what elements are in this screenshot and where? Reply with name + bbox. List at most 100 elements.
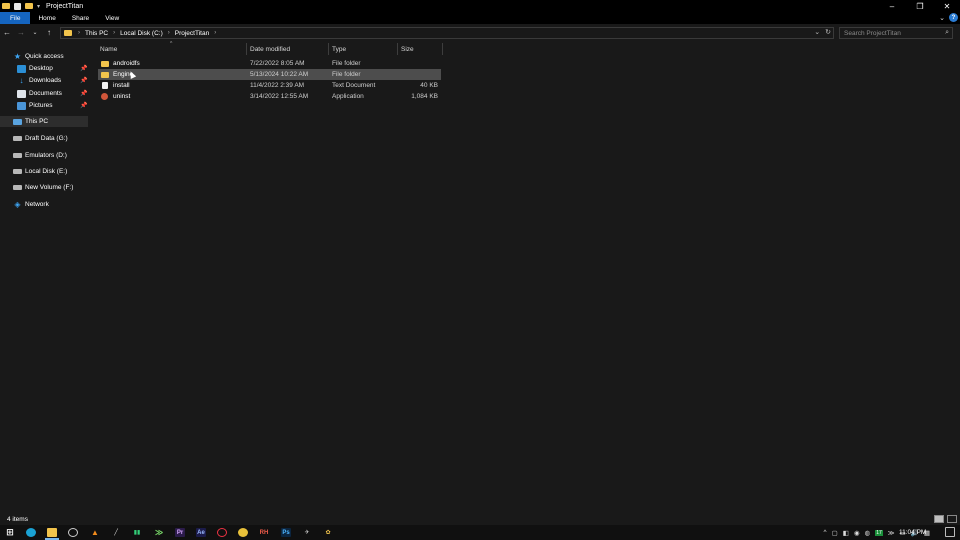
sidebar-item-label: Documents xyxy=(29,90,62,97)
breadcrumb-projecttitan[interactable]: ProjectTitan xyxy=(175,30,209,37)
sidebar-item-drive-e[interactable]: Local Disk (E:) xyxy=(13,166,67,177)
forward-button[interactable]: → xyxy=(14,28,28,37)
sidebar-item-label: Desktop xyxy=(29,65,53,72)
tray-app-icon[interactable]: ▢ xyxy=(832,529,838,537)
column-header-size[interactable]: Size xyxy=(401,44,414,54)
file-type: File folder xyxy=(332,60,361,67)
breadcrumb-separator[interactable]: › xyxy=(113,30,115,36)
column-header-name[interactable]: Name xyxy=(100,44,117,54)
premiere-pro-icon[interactable]: Pr xyxy=(175,528,185,537)
tool-icon[interactable]: ╱ xyxy=(111,528,121,537)
sidebar-item-downloads[interactable]: ↓ Downloads xyxy=(17,75,62,86)
windows-start-icon[interactable]: ⊞ xyxy=(5,527,15,537)
breadcrumb-this-pc[interactable]: This PC xyxy=(85,30,108,37)
sidebar-item-drive-g[interactable]: Draft Data (G:) xyxy=(13,133,68,144)
green-app-icon[interactable]: ▮▮ xyxy=(132,528,142,537)
tab-share[interactable]: Share xyxy=(64,12,97,24)
sidebar-item-this-pc[interactable]: This PC xyxy=(0,116,88,127)
sidebar-item-desktop[interactable]: Desktop xyxy=(17,63,53,74)
pin-icon[interactable]: 📌 xyxy=(80,90,87,97)
address-bar[interactable]: › This PC › Local Disk (C:) › ProjectTit… xyxy=(60,27,834,39)
file-row-engine[interactable]: Engine 5/13/2024 10:22 AM File folder xyxy=(98,69,441,80)
refresh-icon[interactable]: ↻ xyxy=(825,28,831,36)
pin-icon[interactable]: 📌 xyxy=(80,77,87,84)
file-row-androidfs[interactable]: androidfs 7/22/2022 8:05 AM File folder xyxy=(98,58,441,69)
x-app-icon[interactable]: ✈ xyxy=(302,528,312,537)
navigation-pane: ★ Quick access Desktop 📌 ↓ Downloads 📌 D… xyxy=(0,41,90,513)
rh-app-icon[interactable]: RH xyxy=(259,528,269,537)
sidebar-item-label: Quick access xyxy=(25,53,64,60)
sidebar-item-documents[interactable]: Documents xyxy=(17,88,62,99)
column-divider[interactable] xyxy=(397,43,398,55)
nvidia-tray-icon[interactable]: ≫ xyxy=(888,529,895,537)
fan-app-icon[interactable]: ✿ xyxy=(323,528,333,537)
nvidia-icon[interactable]: ≫ xyxy=(154,528,164,537)
tab-home[interactable]: Home xyxy=(30,12,63,24)
details-view-button[interactable] xyxy=(934,515,944,523)
folder-icon[interactable] xyxy=(2,3,10,9)
pin-icon[interactable]: 📌 xyxy=(80,65,87,72)
sidebar-item-network[interactable]: ◈ Network xyxy=(13,199,48,210)
folder-icon xyxy=(101,71,109,78)
breadcrumb-separator[interactable]: › xyxy=(168,30,170,36)
breadcrumb-separator[interactable]: › xyxy=(214,30,216,36)
column-divider[interactable] xyxy=(442,43,443,55)
tray-app-icon[interactable]: ◍ xyxy=(865,529,871,537)
status-bar: 4 items xyxy=(0,513,960,525)
tab-view[interactable]: View xyxy=(97,12,127,24)
after-effects-icon[interactable]: Ae xyxy=(196,528,206,537)
close-button[interactable]: ✕ xyxy=(934,0,960,12)
clock[interactable]: 11:04 PM xyxy=(899,526,926,538)
drive-icon xyxy=(13,153,22,158)
file-explorer-icon[interactable] xyxy=(47,528,57,537)
file-row-uninst[interactable]: uninst 3/14/2022 12:55 AM Application 1,… xyxy=(98,91,441,102)
drive-icon xyxy=(13,185,22,190)
large-icons-view-button[interactable] xyxy=(947,515,957,523)
chrome-icon[interactable] xyxy=(238,528,248,537)
steam-icon[interactable] xyxy=(68,528,78,537)
search-icon[interactable]: ⌕ xyxy=(945,29,949,37)
recent-locations-button[interactable]: ⌄ xyxy=(28,29,42,36)
column-header-type[interactable]: Type xyxy=(332,44,346,54)
drive-icon xyxy=(13,136,22,141)
sidebar-item-label: Pictures xyxy=(29,102,53,109)
network-icon: ◈ xyxy=(14,200,21,209)
tray-badge[interactable]: 17 xyxy=(875,529,883,536)
search-input[interactable]: Search ProjectTitan ⌕ xyxy=(839,27,953,39)
edge-icon[interactable] xyxy=(26,528,36,537)
tray-app-icon[interactable]: ◉ xyxy=(854,529,860,537)
sidebar-item-pictures[interactable]: Pictures xyxy=(17,100,52,111)
sidebar-item-drive-f[interactable]: New Volume (F:) xyxy=(13,182,73,193)
address-dropdown-icon[interactable]: ⌄ xyxy=(814,28,820,36)
up-button[interactable]: ↑ xyxy=(42,28,56,37)
vlc-icon[interactable]: ▲ xyxy=(90,528,100,537)
properties-icon[interactable] xyxy=(14,2,21,10)
back-button[interactable]: ← xyxy=(0,28,14,37)
breadcrumb-local-disk-c[interactable]: Local Disk (C:) xyxy=(120,30,163,37)
tab-file[interactable]: File xyxy=(0,12,31,24)
breadcrumb-separator[interactable]: › xyxy=(78,30,80,36)
sidebar-item-quick-access[interactable]: ★ Quick access xyxy=(13,51,64,62)
target-app-icon[interactable] xyxy=(217,528,227,537)
customize-toolbar-chevron-icon[interactable]: ▾ xyxy=(37,3,40,10)
notification-center-icon[interactable] xyxy=(945,527,955,537)
file-type: File folder xyxy=(332,71,361,78)
tray-app-icon[interactable]: ◧ xyxy=(843,529,849,537)
quick-access-toolbar: ▾ xyxy=(0,2,40,10)
ribbon-controls: ⌄ ? xyxy=(939,13,958,22)
minimize-button[interactable]: – xyxy=(879,0,905,12)
column-header-date-modified[interactable]: Date modified xyxy=(250,44,290,54)
pictures-icon xyxy=(17,101,26,110)
column-divider[interactable] xyxy=(246,43,247,55)
photoshop-icon[interactable]: Ps xyxy=(281,528,291,537)
window-title: ProjectTitan xyxy=(46,2,84,10)
pin-icon[interactable]: 📌 xyxy=(80,102,87,109)
file-row-install[interactable]: install 11/4/2022 2:39 AM Text Document … xyxy=(98,80,441,91)
expand-ribbon-icon[interactable]: ⌄ xyxy=(939,14,945,22)
help-icon[interactable]: ? xyxy=(949,13,958,22)
maximize-button[interactable]: ❐ xyxy=(907,0,933,12)
sidebar-item-drive-d[interactable]: Emulators (D:) xyxy=(13,150,67,161)
column-divider[interactable] xyxy=(328,43,329,55)
new-folder-icon[interactable] xyxy=(25,3,33,9)
show-hidden-icons-icon[interactable]: ^ xyxy=(824,529,827,536)
